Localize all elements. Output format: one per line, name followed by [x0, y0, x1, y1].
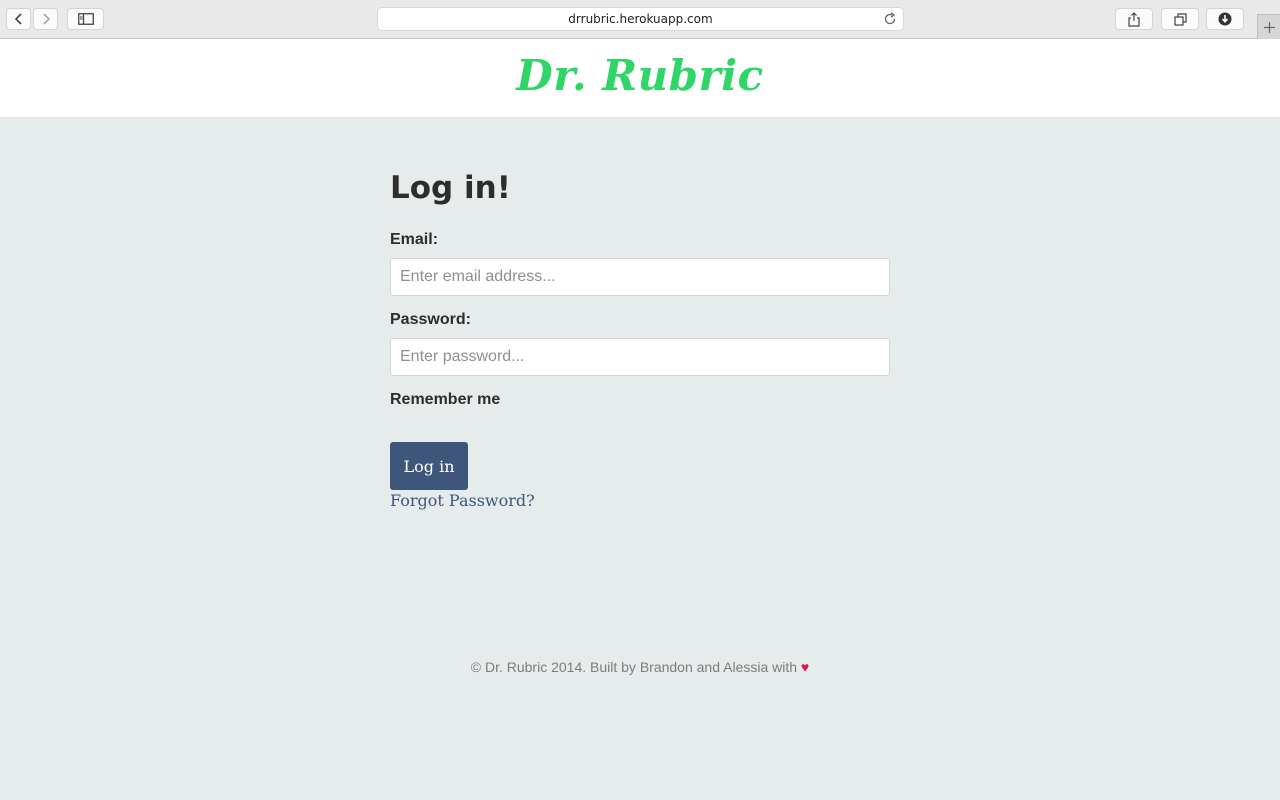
password-label: Password: [390, 311, 471, 328]
password-field[interactable] [390, 338, 890, 376]
back-button[interactable] [6, 8, 31, 30]
sidebar-icon [77, 13, 94, 25]
download-icon [1218, 12, 1232, 26]
forward-button[interactable] [33, 8, 58, 30]
new-tab-button[interactable] [1257, 14, 1280, 39]
chevron-right-icon [42, 13, 50, 25]
tabs-icon [1173, 12, 1187, 26]
share-button[interactable] [1115, 8, 1153, 30]
forgot-password-link[interactable]: Forgot Password? [390, 491, 535, 510]
share-icon [1128, 11, 1140, 27]
tabs-button[interactable] [1161, 8, 1199, 30]
site-header: Dr. Rubric [0, 39, 1280, 118]
email-label: Email: [390, 231, 439, 248]
downloads-button[interactable] [1206, 8, 1244, 30]
email-field[interactable] [390, 258, 890, 296]
footer: © Dr. Rubric 2014. Built by Brandon and … [0, 659, 1280, 675]
plus-icon [1263, 21, 1275, 33]
browser-toolbar: drrubric.herokuapp.com [0, 0, 1280, 39]
heart-icon: ♥ [800, 659, 810, 675]
sidebar-button[interactable] [67, 8, 104, 30]
remember-me-label[interactable]: Remember me [390, 391, 500, 409]
reload-icon[interactable] [884, 12, 897, 26]
footer-text: © Dr. Rubric 2014. Built by Brandon and … [470, 659, 801, 675]
url-text: drrubric.herokuapp.com [568, 12, 713, 26]
site-logo[interactable]: Dr. Rubric [0, 51, 1280, 100]
page-title: Log in! [390, 170, 511, 206]
login-form: Log in! Email: Password: Remember me Log… [390, 165, 890, 510]
address-bar[interactable]: drrubric.herokuapp.com [377, 7, 904, 31]
chevron-left-icon [14, 13, 22, 25]
login-button[interactable]: Log in [390, 442, 468, 490]
